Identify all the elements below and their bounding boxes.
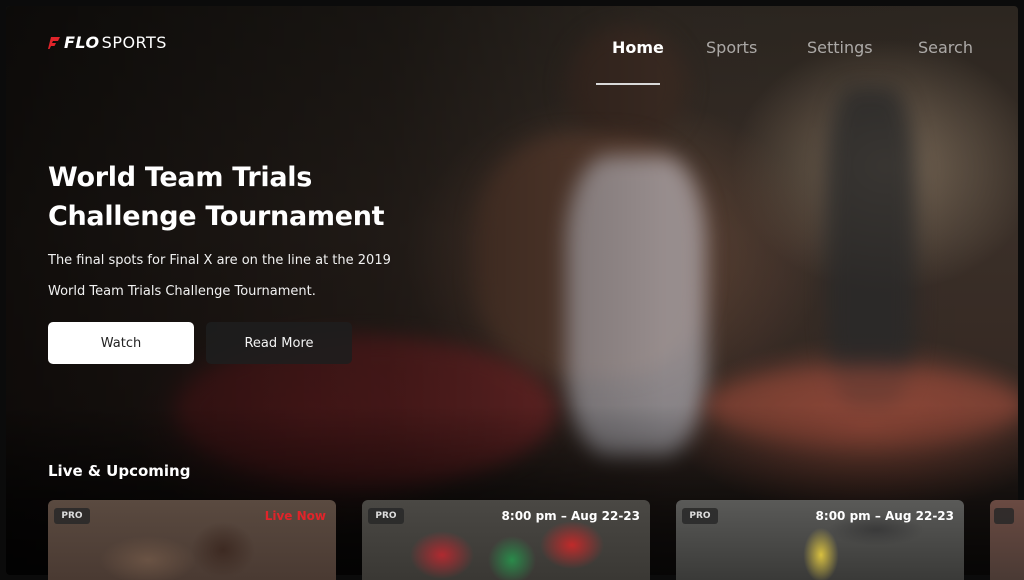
nav-item-home[interactable]: Home xyxy=(612,38,664,57)
event-time-label: 8:00 pm – Aug 22-23 xyxy=(501,509,640,523)
pro-badge: PRO xyxy=(368,508,404,524)
event-time-label: 8:00 pm – Aug 22-23 xyxy=(815,509,954,523)
live-upcoming-heading: Live & Upcoming xyxy=(48,462,191,480)
live-now-label: Live Now xyxy=(264,509,326,523)
hero-title-line: World Team Trials xyxy=(48,162,313,193)
nav-item-sports[interactable]: Sports xyxy=(706,38,757,57)
read-more-button[interactable]: Read More xyxy=(206,322,352,364)
nav-item-settings[interactable]: Settings xyxy=(807,38,873,57)
event-card[interactable]: PRO 8:00 pm – Aug 22-23 xyxy=(676,500,964,580)
pro-badge: PRO xyxy=(54,508,90,524)
nav-active-indicator xyxy=(596,83,660,85)
watch-button[interactable]: Watch xyxy=(48,322,194,364)
event-card[interactable]: PRO 8:00 pm – Aug 22-23 xyxy=(362,500,650,580)
top-nav: Home Sports Settings Search xyxy=(0,38,1024,78)
pro-badge xyxy=(994,508,1014,524)
hero-title-line: Challenge Tournament xyxy=(48,201,385,232)
hero-description: The final spots for Final X are on the l… xyxy=(48,245,408,307)
event-card[interactable]: PRO Live Now xyxy=(48,500,336,580)
hero-description-line: World Team Trials Challenge Tournament. xyxy=(48,284,316,299)
hero-description-line: The final spots for Final X are on the l… xyxy=(48,253,391,268)
event-card-partial[interactable] xyxy=(990,500,1024,580)
nav-item-search[interactable]: Search xyxy=(918,38,973,57)
pro-badge: PRO xyxy=(682,508,718,524)
hero-title: World Team Trials Challenge Tournament xyxy=(48,158,448,236)
